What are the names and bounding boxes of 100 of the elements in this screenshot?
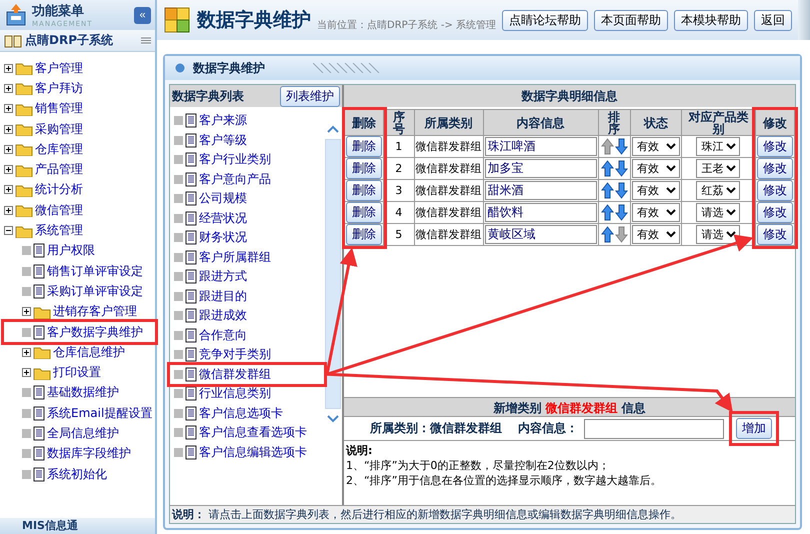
content-field[interactable]: 醋饮料 [484, 203, 597, 222]
list-item[interactable]: 竞争对手类别 [199, 346, 271, 364]
list-item[interactable]: 财务状况 [199, 229, 247, 246]
tree-item[interactable]: 系统管理 [35, 222, 83, 240]
list-item[interactable]: 客户信息选项卡 [199, 404, 283, 422]
tree-connector-icon [22, 428, 31, 438]
product-category-dropdown[interactable]: 珠江 [696, 137, 740, 156]
content-field[interactable]: 黄岐区域 [484, 225, 597, 244]
up-arrow-icon[interactable] [600, 204, 614, 221]
list-item[interactable]: 经营状况 [199, 210, 247, 227]
edit-button[interactable]: 修改 [756, 180, 793, 201]
collapse-button[interactable]: « [134, 6, 151, 24]
help-button[interactable]: 本模块帮助 [674, 10, 748, 30]
tree-item[interactable]: 采购订单评审设定 [47, 282, 143, 300]
column-header: 删除 [344, 110, 384, 136]
edit-button[interactable]: 修改 [756, 224, 793, 245]
help-button[interactable]: 本页面帮助 [594, 10, 668, 30]
document-icon [185, 210, 197, 226]
delete-button[interactable]: 删除 [346, 136, 382, 157]
up-arrow-icon[interactable] [600, 182, 614, 199]
status-dropdown[interactable]: 有效 [632, 137, 680, 156]
tree-connector-icon [174, 428, 183, 438]
tree-item[interactable]: 销售订单评审设定 [47, 262, 143, 280]
status-dropdown[interactable]: 有效 [632, 225, 680, 244]
category-label: 所属类别：微信群发群组 [370, 420, 502, 437]
tree-item[interactable]: 全局信息维护 [47, 424, 119, 442]
status-dropdown[interactable]: 有效 [632, 203, 680, 222]
scrollbar-track[interactable] [325, 139, 341, 409]
tree-item[interactable]: 采购管理 [35, 120, 83, 138]
list-item[interactable]: 客户等级 [199, 132, 247, 149]
document-icon [185, 308, 197, 324]
down-arrow-icon[interactable] [614, 160, 628, 177]
up-arrow-icon[interactable] [600, 160, 614, 177]
tree-connector-icon [174, 272, 183, 282]
delete-button[interactable]: 删除 [346, 202, 382, 223]
edit-button[interactable]: 修改 [756, 202, 793, 223]
tree-connector-icon [174, 252, 183, 262]
list-item[interactable]: 客户行业类别 [199, 151, 271, 168]
status-dropdown[interactable]: 有效 [632, 159, 680, 178]
help-button[interactable]: 点睛论坛帮助 [502, 10, 588, 30]
tree-item[interactable]: 进销存客户管理 [53, 303, 137, 320]
list-item[interactable]: 合作意向 [199, 326, 247, 344]
tree-item[interactable]: 数据库字段维护 [47, 445, 131, 462]
add-category-name: 微信群发群组 [546, 401, 618, 415]
folder-icon [15, 224, 33, 238]
tree-item[interactable]: 统计分析 [35, 181, 83, 198]
list-item[interactable]: 跟进目的 [199, 288, 247, 305]
list-item[interactable]: 客户来源 [199, 112, 247, 130]
tree-item[interactable]: 用户权限 [47, 242, 95, 260]
tree-item[interactable]: 基础数据维护 [47, 384, 119, 402]
list-item[interactable]: 行业信息类别 [199, 385, 271, 402]
tree-item[interactable]: 仓库管理 [35, 140, 83, 158]
tree-item[interactable]: 系统初始化 [47, 466, 107, 483]
photo-placeholder [798, 0, 810, 40]
folder-icon [15, 61, 33, 76]
product-category-dropdown[interactable]: 请选 [696, 203, 740, 222]
list-item[interactable]: 跟进成效 [199, 307, 247, 324]
list-item[interactable]: 客户信息编辑选项卡 [199, 444, 307, 461]
tree-item[interactable]: 产品管理 [35, 161, 83, 178]
list-item[interactable]: 跟进方式 [199, 268, 247, 286]
delete-button[interactable]: 删除 [346, 158, 382, 179]
puzzle-icon [163, 6, 191, 34]
list-maintain-button[interactable]: 列表维护 [280, 86, 340, 106]
delete-button[interactable]: 删除 [346, 224, 382, 245]
list-item[interactable]: 微信群发群组 [199, 366, 271, 383]
content-field[interactable]: 珠江啤酒 [484, 137, 597, 156]
tree-item[interactable]: 打印设置 [53, 364, 101, 382]
list-item[interactable]: 客户意向产品 [199, 170, 271, 188]
product-category-dropdown[interactable]: 红荔 [696, 181, 740, 200]
down-arrow-icon[interactable] [614, 138, 628, 155]
tree-connector-icon [22, 388, 31, 398]
tree-item[interactable]: 客户数据字典维护 [47, 324, 143, 340]
edit-button[interactable]: 修改 [756, 136, 793, 157]
list-item[interactable]: 客户所属群组 [199, 248, 271, 266]
tree-item[interactable]: 客户管理 [35, 60, 83, 77]
book-icon [4, 34, 22, 48]
edit-button[interactable]: 修改 [756, 158, 793, 179]
tree-item[interactable]: 销售管理 [35, 100, 83, 118]
help-button[interactable]: 返回 [754, 10, 792, 30]
product-category-dropdown[interactable]: 请选 [696, 225, 740, 244]
content-input-field[interactable] [584, 418, 724, 438]
delete-button[interactable]: 删除 [346, 180, 382, 201]
scroll-up-icon [327, 125, 339, 133]
folder-icon [15, 81, 33, 96]
tree-connector-icon [22, 246, 31, 256]
product-category-dropdown[interactable]: 王老 [696, 159, 740, 178]
list-item[interactable]: 客户信息查看选项卡 [199, 424, 307, 442]
list-item[interactable]: 公司规模 [199, 190, 247, 208]
down-arrow-icon[interactable] [614, 204, 628, 221]
tree-item[interactable]: 客户拜访 [35, 80, 83, 97]
tree-item[interactable]: 系统Email提醒设置 [47, 404, 152, 422]
up-arrow-icon[interactable] [600, 226, 614, 243]
add-title-suffix: 信息 [622, 401, 646, 415]
status-dropdown[interactable]: 有效 [632, 181, 680, 200]
content-field[interactable]: 甜米酒 [484, 181, 597, 200]
tree-item[interactable]: 仓库信息维护 [53, 344, 125, 361]
down-arrow-icon[interactable] [614, 182, 628, 199]
content-field[interactable]: 加多宝 [484, 159, 597, 178]
tree-item[interactable]: 微信管理 [35, 202, 83, 219]
add-button[interactable]: 增加 [736, 418, 772, 439]
